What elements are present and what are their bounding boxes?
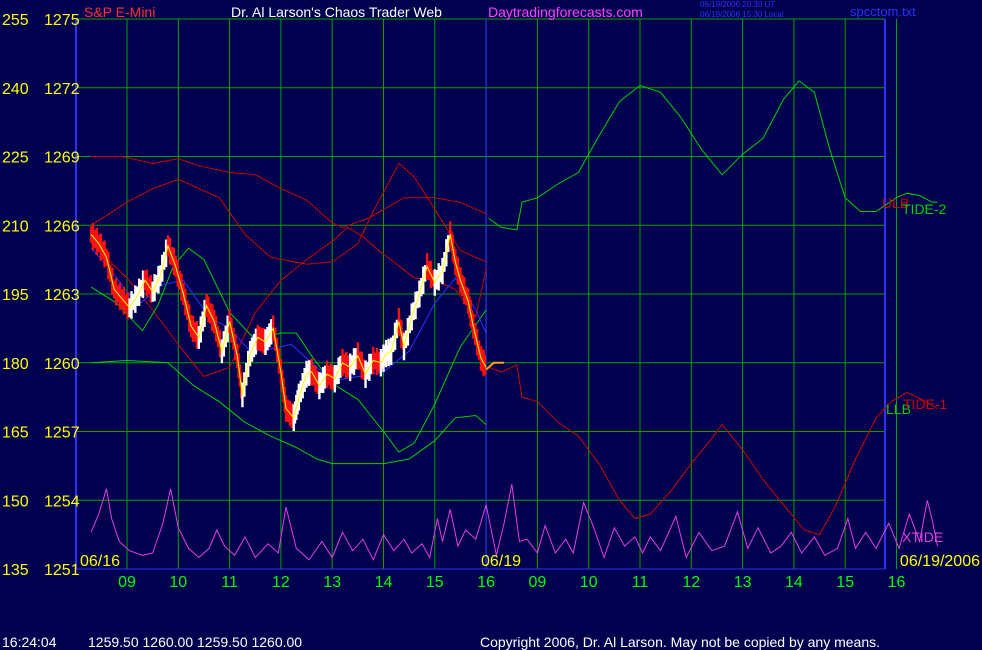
series-ulb [91,156,487,229]
y-right-tick-label: 1272 [44,81,80,98]
y-right-tick-label: 1275 [44,12,80,29]
y-right-tick-label: 1269 [44,150,80,167]
y-right-tick-label: 1251 [44,562,80,579]
series-tide-2 [488,80,938,231]
y-left-tick-label: 225 [2,150,29,167]
x-tick-label: 12 [272,574,290,591]
y-left-tick-label: 135 [2,562,29,579]
x-tick-label: 10 [580,574,598,591]
x-tick-label: 14 [375,574,393,591]
date-label: 06/19/2006 [900,553,980,570]
series-tide-1 [488,364,938,536]
x-tick-label: 12 [682,574,700,591]
instrument-label: S&P E-Mini [84,4,156,20]
date-label: 06/19 [481,553,521,570]
footer-time: 16:24:04 [2,634,57,650]
y-right-tick-label: 1266 [44,218,80,235]
chart-canvas: 255 1275 240 1272 225 1269 210 1266 195 1263 180 12… [2,12,980,591]
y-left-tick-label: 240 [2,81,29,98]
x-tick-label: 11 [221,574,238,591]
x-tick-label: 10 [169,574,187,591]
chart-series [90,80,938,562]
series-label-tide-1: TIDE-1 [903,396,948,412]
y-right-tick-label: 1260 [44,356,80,373]
y-axis-labels: 255 1275 240 1272 225 1269 210 1266 195 1263 180 12… [2,12,80,579]
footer-quote: 1259.50 1260.00 1259.50 1260.00 [88,634,303,650]
x-tick-label: 13 [323,574,341,591]
series-labels: ULBTIDE-2LLBTIDE-1XTIDE [882,195,948,545]
series-xtide [90,484,938,562]
ut-time: 06/19/2006 20:30 UT [700,0,776,9]
date-label: 06/16 [80,553,120,570]
y-right-tick-label: 1254 [44,493,80,510]
chart-grid [75,18,897,570]
site-link[interactable]: Daytradingforecasts.com [488,4,643,20]
x-tick-label: 11 [632,574,649,591]
series-red-upper-envelope [90,162,487,265]
x-tick-label: 13 [734,574,752,591]
x-tick-label: 16 [477,574,495,591]
x-tick-label: 14 [785,574,803,591]
last-bar [485,361,505,371]
x-tick-label: 15 [426,574,444,591]
chart-title: Dr. Al Larson's Chaos Trader Web [231,4,442,20]
y-left-tick-label: 255 [2,12,29,29]
x-tick-label: 09 [118,574,136,591]
x-tick-label: 09 [529,574,547,591]
y-right-tick-label: 1263 [44,287,80,304]
filename: spcctom.txt [850,4,916,19]
chart-price-bars [89,221,505,432]
y-left-tick-label: 180 [2,356,29,373]
y-right-tick-label: 1257 [44,425,80,442]
y-left-tick-label: 165 [2,425,29,442]
series-label-tide-2: TIDE-2 [902,201,947,217]
y-left-tick-label: 150 [2,493,29,510]
y-left-tick-label: 210 [2,218,29,235]
x-tick-label: 15 [836,574,854,591]
local-time: 06/19/2006 15:30 Local [700,10,784,19]
series-label-xtide: XTIDE [902,529,943,545]
y-left-tick-label: 195 [2,287,29,304]
x-tick-label: 16 [888,574,906,591]
footer-copyright: Copyright 2006, Dr. Al Larson. May not b… [480,634,881,650]
